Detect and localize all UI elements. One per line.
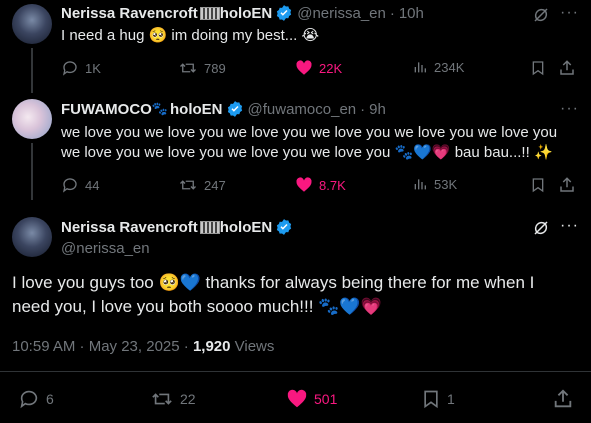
reply-count: 6 <box>46 391 54 407</box>
heart-filled-icon <box>295 59 313 77</box>
tweet3-handle[interactable]: @nerissa_en <box>61 240 150 257</box>
bookmark-icon[interactable] <box>530 176 546 194</box>
retweet-icon <box>178 59 198 77</box>
tweet3-views-count: 1,920 <box>192 338 231 355</box>
bookmark-icon[interactable] <box>530 59 546 77</box>
verified-badge-icon <box>226 100 244 118</box>
like-button[interactable]: 22K <box>295 59 342 77</box>
views-button[interactable]: 53K <box>412 176 457 192</box>
like-button[interactable]: 8.7K <box>295 176 346 194</box>
retweet-icon <box>150 388 174 410</box>
reply-count: 1K <box>85 60 101 76</box>
retweet-button[interactable]: 22 <box>150 388 196 410</box>
reply-icon <box>61 176 79 194</box>
like-count: 22K <box>319 60 343 76</box>
retweet-count: 789 <box>204 60 226 76</box>
tweet1-dot: · <box>389 4 395 22</box>
reply-count: 44 <box>85 177 100 193</box>
tweet1-time[interactable]: 10h <box>399 5 424 22</box>
retweet-button[interactable]: 247 <box>178 176 226 194</box>
tweet2-handle[interactable]: @fuwamoco_en <box>248 101 357 118</box>
tweet1-handle[interactable]: @nerissa_en <box>297 5 386 22</box>
share-icon[interactable] <box>552 388 574 410</box>
like-button[interactable]: 501 <box>286 388 337 410</box>
verified-badge-icon <box>275 218 293 236</box>
tweet2-text-line1: we love you we love you we love you we l… <box>61 124 558 141</box>
views-button[interactable]: 234K <box>412 59 464 75</box>
tweet1-display-name[interactable]: Nerissa Ravencroft <box>61 5 198 22</box>
paw-icon: 🐾 <box>151 101 169 116</box>
tweet3-holoen-tag: holoEN <box>219 218 273 236</box>
like-count: 8.7K <box>319 177 346 193</box>
tweet3-text-line1: I love you guys too 🥺💙 thanks for always… <box>12 273 535 292</box>
tweet3-header: Nerissa Ravencroft holoEN <box>61 218 293 236</box>
heart-filled-icon <box>286 388 308 410</box>
share-icon[interactable] <box>558 59 576 77</box>
divider <box>0 371 591 372</box>
tweet2-header: FUWAMOCO 🐾 holoEN @fuwamoco_en · 9h <box>61 100 386 118</box>
tweet2-dot: · <box>360 100 366 118</box>
views-count: 53K <box>434 176 458 192</box>
tag-glyph-icon <box>199 6 220 20</box>
tweet2-holoen-tag: holoEN <box>170 100 223 118</box>
tweet3-text-line2: need you, I love you both soooo much!!! … <box>12 297 382 316</box>
tag-glyph-icon <box>199 220 220 234</box>
bookmark-icon <box>421 388 441 410</box>
more-options-icon[interactable]: ··· <box>560 4 579 22</box>
tweet1-holoen-tag: holoEN <box>219 4 273 22</box>
tweet3-meta: 10:59 AM · May 23, 2025 · 1,920 Views <box>12 338 274 355</box>
reply-icon <box>61 59 79 77</box>
reply-icon <box>18 388 40 410</box>
tweet2-display-name[interactable]: FUWAMOCO <box>61 101 152 118</box>
retweet-button[interactable]: 789 <box>178 59 226 77</box>
share-icon[interactable] <box>558 176 576 194</box>
bookmark-count: 1 <box>447 391 455 407</box>
tweet3-display-name[interactable]: Nerissa Ravencroft <box>61 219 198 236</box>
avatar-nerissa[interactable] <box>12 4 52 44</box>
tweet2-text-line2: we love you we love you we love you we l… <box>61 144 553 161</box>
bookmark-button[interactable]: 1 <box>421 388 455 410</box>
views-chart-icon <box>412 176 428 192</box>
retweet-count: 22 <box>180 391 196 407</box>
more-options-icon[interactable]: ··· <box>560 217 579 235</box>
retweet-icon <box>178 176 198 194</box>
tweet2-time[interactable]: 9h <box>369 101 386 118</box>
tweet1-header: Nerissa Ravencroft holoEN @nerissa_en · … <box>61 4 424 22</box>
tweet3-timestamp[interactable]: 10:59 AM · May 23, 2025 · <box>12 338 193 355</box>
reply-button[interactable]: 6 <box>18 388 54 410</box>
thread-line <box>31 143 33 200</box>
verified-badge-icon <box>275 4 293 22</box>
grok-icon[interactable] <box>532 6 550 24</box>
tweet1-text: I need a hug 🥺 im doing my best... 😭 <box>61 27 319 44</box>
more-options-icon[interactable]: ··· <box>560 100 579 118</box>
reply-button[interactable]: 1K <box>61 59 101 77</box>
thread-line <box>31 48 33 93</box>
grok-icon[interactable] <box>532 219 550 237</box>
reply-button[interactable]: 44 <box>61 176 99 194</box>
heart-filled-icon <box>295 176 313 194</box>
retweet-count: 247 <box>204 177 226 193</box>
tweet3-views-label: Views <box>230 338 275 355</box>
like-count: 501 <box>314 391 338 407</box>
views-chart-icon <box>412 59 428 75</box>
avatar-fuwamoco[interactable] <box>12 99 52 139</box>
views-count: 234K <box>434 59 465 75</box>
avatar-nerissa[interactable] <box>12 217 52 257</box>
